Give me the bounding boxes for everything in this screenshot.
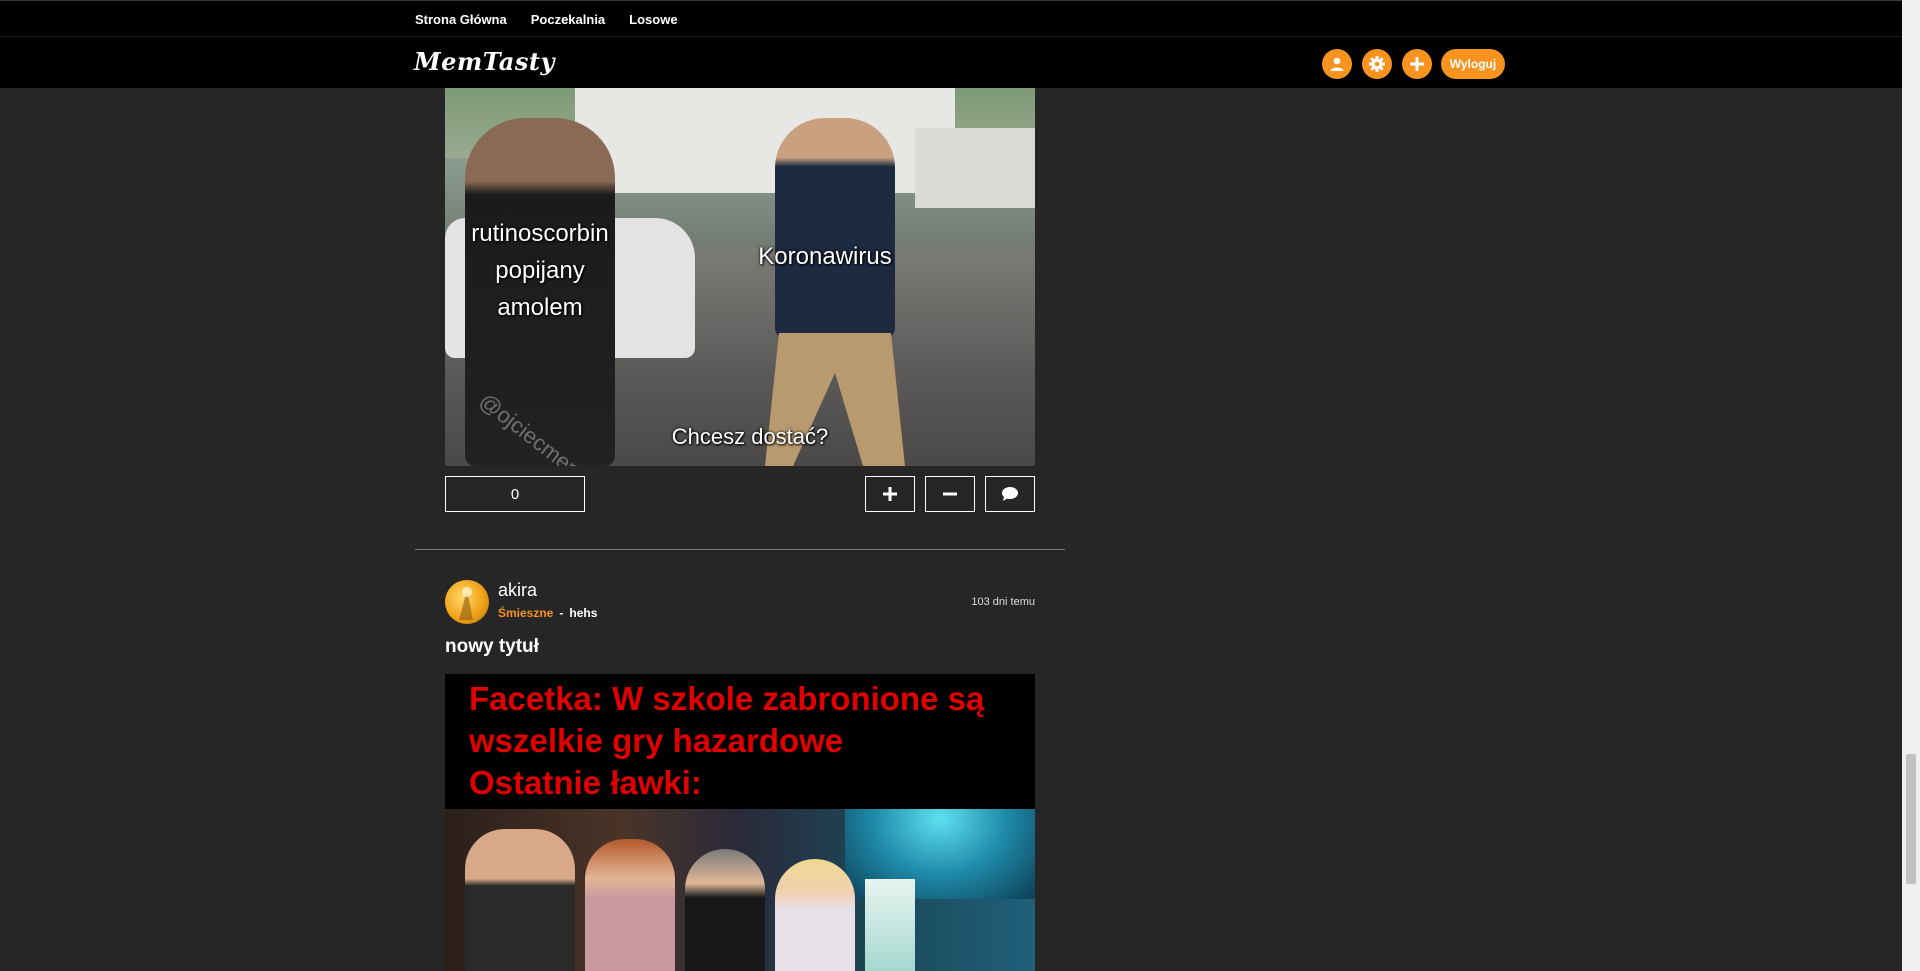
comment-button[interactable] <box>985 476 1035 512</box>
avatar[interactable] <box>445 580 489 624</box>
meme-caption-right: Koronawirus <box>758 243 892 270</box>
minus-icon <box>943 492 957 496</box>
nav-home-link[interactable]: Strona Główna <box>415 12 507 27</box>
logout-button[interactable]: Wyloguj <box>1441 49 1505 79</box>
scrollbar-thumb[interactable] <box>1906 754 1916 884</box>
top-nav-bar: Strona Główna Poczekalnia Losowe <box>0 0 1902 36</box>
site-logo[interactable]: MemTasty <box>414 47 555 76</box>
user-icon <box>1330 57 1344 71</box>
settings-button[interactable] <box>1362 49 1392 79</box>
comment-icon <box>1002 487 1018 501</box>
upvote-button[interactable] <box>865 476 915 512</box>
profile-button[interactable] <box>1322 49 1352 79</box>
plus-icon <box>1410 57 1424 71</box>
post-meta: Śmieszne - hehs <box>498 606 597 620</box>
site-header: MemTasty Wyloguj <box>0 36 1902 88</box>
post-category[interactable]: Śmieszne <box>498 606 553 620</box>
post-time: 103 dni temu <box>971 596 1035 608</box>
add-post-button[interactable] <box>1402 49 1432 79</box>
post-author[interactable]: akira <box>498 580 537 601</box>
meme-caption: Facetka: W szkole zabronione są wszelkie… <box>469 680 985 801</box>
meme-caption-bottom: Chcesz dostać? <box>671 424 829 449</box>
vote-score: 0 <box>445 476 585 512</box>
top-nav: Strona Główna Poczekalnia Losowe <box>415 1 678 37</box>
nav-random-link[interactable]: Losowe <box>629 12 677 27</box>
meme-caption-left: rutinoscorbin popijany amolem <box>471 220 609 321</box>
post-image[interactable]: Facetka: W szkole zabronione są wszelkie… <box>445 674 1035 971</box>
post-title[interactable]: nowy tytuł <box>445 636 539 658</box>
post-image[interactable]: rutinoscorbin popijany amolem Koronawiru… <box>445 88 1035 466</box>
gear-icon <box>1369 56 1385 72</box>
post-divider <box>415 549 1065 550</box>
nav-waiting-room-link[interactable]: Poczekalnia <box>531 12 605 27</box>
post-tag[interactable]: hehs <box>569 606 597 620</box>
avatar-image <box>459 587 473 620</box>
plus-icon <box>883 487 897 501</box>
downvote-button[interactable] <box>925 476 975 512</box>
meta-separator: - <box>559 606 564 620</box>
